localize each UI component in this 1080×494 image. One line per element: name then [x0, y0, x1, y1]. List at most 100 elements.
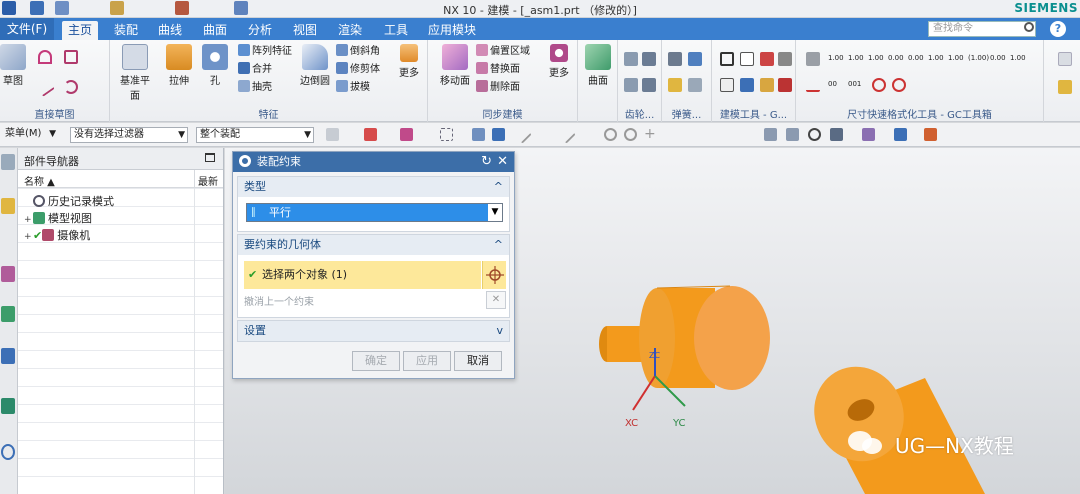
- chevron-down-icon[interactable]: ▼: [488, 204, 502, 221]
- dim-value[interactable]: 0.00: [990, 50, 1006, 66]
- gear-tool-icon[interactable]: [624, 52, 638, 66]
- more-sync-button[interactable]: 更多: [542, 44, 576, 79]
- cube-icon[interactable]: [492, 128, 505, 141]
- point-icon[interactable]: [400, 128, 413, 141]
- chamfer-button[interactable]: 倒斜角: [336, 44, 380, 60]
- resource-tab-icon[interactable]: [1, 266, 15, 282]
- circle-snap-icon[interactable]: [624, 128, 637, 141]
- render-style-icon[interactable]: [862, 128, 875, 141]
- undo-constraint-button[interactable]: ✕: [486, 291, 506, 309]
- triangle-tool-icon[interactable]: [720, 52, 734, 66]
- close-icon[interactable]: ✕: [497, 152, 508, 172]
- dim-value[interactable]: 1.00: [868, 50, 884, 66]
- column-name[interactable]: 名称 ▲: [24, 173, 55, 188]
- tab-curve[interactable]: 曲线: [152, 21, 188, 40]
- tree-item-history-mode[interactable]: 历史记录模式: [24, 194, 114, 210]
- tab-home[interactable]: 主页: [62, 21, 99, 40]
- cancel-button[interactable]: 取消: [454, 351, 502, 371]
- trim-body-button[interactable]: 修剪体: [336, 62, 380, 78]
- curve-icon[interactable]: [64, 80, 78, 94]
- dim-value[interactable]: 0.00: [888, 50, 904, 66]
- rectangle-icon[interactable]: [64, 50, 78, 64]
- dim-tool-icon[interactable]: [806, 52, 820, 66]
- expand-icon[interactable]: v: [496, 321, 503, 341]
- gear-tool-icon[interactable]: [642, 52, 656, 66]
- command-search-input[interactable]: 查找命令: [928, 21, 1036, 37]
- delete-face-button[interactable]: 删除面: [476, 80, 520, 96]
- shell-button[interactable]: 抽壳: [238, 80, 272, 96]
- apply-button[interactable]: 应用: [403, 351, 451, 371]
- dim-value[interactable]: 1.00: [928, 50, 944, 66]
- collapse-icon[interactable]: ^: [494, 235, 503, 255]
- tab-view[interactable]: 视图: [287, 21, 323, 40]
- maximize-icon[interactable]: [205, 153, 215, 162]
- selection-scope-select[interactable]: 整个装配 ▼: [196, 127, 314, 143]
- arc-icon[interactable]: [38, 50, 52, 64]
- unite-button[interactable]: 合并: [238, 62, 272, 78]
- extrude-button[interactable]: 拉伸: [162, 44, 196, 87]
- snap-icon[interactable]: [326, 128, 339, 141]
- resource-tab-icon[interactable]: [1, 154, 15, 170]
- dim-value[interactable]: 00: [828, 76, 837, 92]
- tab-analysis[interactable]: 分析: [242, 21, 278, 40]
- view-icon[interactable]: [786, 128, 799, 141]
- geometry-section-header[interactable]: 要约束的几何体 ^: [238, 235, 509, 255]
- tool-icon[interactable]: [760, 52, 774, 66]
- expand-icon[interactable]: +: [24, 229, 33, 245]
- sketch-button[interactable]: 草图: [0, 44, 30, 87]
- tool-icon[interactable]: [778, 52, 792, 66]
- render-style-icon[interactable]: [830, 128, 843, 141]
- type-section-header[interactable]: 类型 ^: [238, 177, 509, 197]
- circle-snap-icon[interactable]: [604, 128, 617, 141]
- more-feature-button[interactable]: 更多: [392, 44, 426, 79]
- box-select-icon[interactable]: [440, 128, 453, 141]
- help-icon[interactable]: ?: [1050, 21, 1066, 37]
- extra-tool-icon[interactable]: [1058, 52, 1072, 66]
- search-icon[interactable]: [1024, 22, 1034, 32]
- ok-button[interactable]: 确定: [352, 351, 400, 371]
- dim-tool-icon[interactable]: [806, 78, 820, 92]
- tab-surface[interactable]: 曲面: [197, 21, 233, 40]
- tool-icon[interactable]: [740, 78, 754, 92]
- tool-icon[interactable]: [720, 78, 734, 92]
- selection-filter-select[interactable]: 没有选择过滤器 ▼: [70, 127, 188, 143]
- spring-tool-icon[interactable]: [668, 52, 682, 66]
- select-icon[interactable]: [364, 128, 377, 141]
- tab-applications[interactable]: 应用模块: [422, 21, 482, 40]
- view-icon[interactable]: [764, 128, 777, 141]
- replace-face-button[interactable]: 替换面: [476, 62, 520, 78]
- tab-render[interactable]: 渲染: [332, 21, 368, 40]
- offset-region-button[interactable]: 偏置区域: [476, 44, 530, 60]
- tab-assembly[interactable]: 装配: [108, 21, 144, 40]
- surface-button[interactable]: 曲面: [581, 44, 615, 87]
- plus-snap-icon[interactable]: +: [644, 127, 657, 141]
- dim-value[interactable]: 0.00: [908, 50, 924, 66]
- resource-tab-icon[interactable]: [1, 348, 15, 364]
- spring-tool-icon[interactable]: [688, 52, 702, 66]
- column-latest[interactable]: 最新: [198, 173, 218, 188]
- constraint-type-select[interactable]: ∥ 平行 ▼: [246, 203, 503, 222]
- line-icon[interactable]: [35, 77, 55, 97]
- resource-tab-icon[interactable]: [1, 398, 15, 414]
- spring-tool-icon[interactable]: [688, 78, 702, 92]
- extra-tool-icon[interactable]: [1058, 80, 1072, 94]
- history-icon[interactable]: [1, 444, 15, 460]
- tree-item-cameras[interactable]: +✔ 摄像机: [24, 228, 90, 244]
- line-snap-icon[interactable]: [557, 125, 576, 144]
- square-tool-icon[interactable]: [740, 52, 754, 66]
- dim-value[interactable]: 1.00: [848, 50, 864, 66]
- gear-tool-icon[interactable]: [624, 78, 638, 92]
- tab-tools[interactable]: 工具: [378, 21, 414, 40]
- pattern-feature-button[interactable]: 阵列特征: [238, 44, 292, 60]
- tool-icon[interactable]: [778, 78, 792, 92]
- draft-button[interactable]: 拔模: [336, 80, 370, 96]
- dim-value[interactable]: 1.00: [828, 50, 844, 66]
- datum-plane-button[interactable]: 基准平面: [118, 44, 152, 102]
- move-face-button[interactable]: 移动面: [438, 44, 472, 87]
- undo-last-constraint[interactable]: 撤消上一个约束: [244, 293, 314, 308]
- settings-section-header[interactable]: 设置 v: [238, 321, 509, 341]
- tool-icon[interactable]: [760, 78, 774, 92]
- line-snap-icon[interactable]: [513, 125, 532, 144]
- dim-value[interactable]: 001: [848, 76, 861, 92]
- rotate-icon[interactable]: [808, 128, 821, 141]
